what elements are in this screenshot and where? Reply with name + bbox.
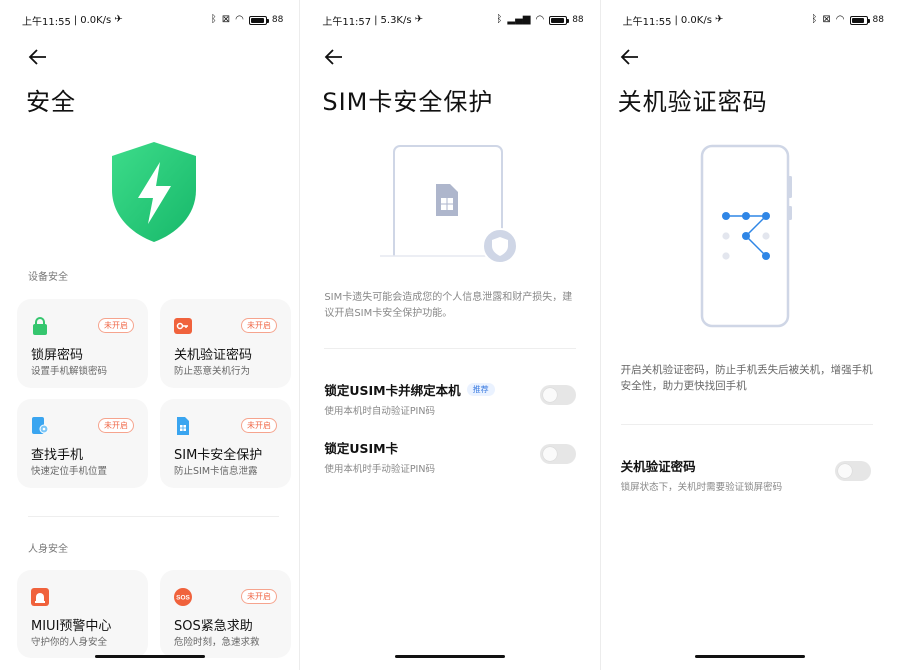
wifi-icon: ◠ [235,14,244,25]
bluetooth-icon: ᛒ [496,14,503,25]
svg-text:SOS: SOS [176,595,190,602]
no-disturb-icon: ✈ [714,14,724,25]
home-indicator[interactable] [394,655,505,658]
pattern-lock-illustration [700,144,792,328]
row-title: 锁定USIM卡 [324,441,399,456]
toggle-knob [543,447,558,461]
no-disturb-icon: ✈ [114,14,123,25]
signal-icon: ▂▄▆ [507,14,531,25]
recommend-tag: 推荐 [466,383,495,396]
sim-card-icon [177,417,189,435]
row-title: 关机验证密码 [620,459,696,474]
alert-icon [31,588,49,606]
find-phone-icon [32,417,49,434]
battery-level: 88 [572,15,584,25]
status-bar: 上午11:57 | 5.3K/s ✈ ᛒ ▂▄▆ ◠ 88 [322,14,584,28]
back-arrow-icon[interactable] [322,45,346,69]
status-badge: 未开启 [98,318,134,333]
shutdown-password-screen: 上午11:55 | 0.0K/s ✈ ᛒ ⊠ ◠ 88 关机验证密码 开启关机验… [599,0,900,670]
sos-icon: SOS [174,588,192,606]
security-screen: 上午11:55 | 0.0K/s ✈ ᛒ ⊠ ◠ 88 安全 设备安全 未开启 … [0,0,300,670]
row-shutdown-password[interactable]: 关机验证密码 锁屏状态下，关机时需要验证锁屏密码 [621,456,873,496]
back-arrow-icon[interactable] [26,45,50,69]
status-badge: 未开启 [241,318,277,333]
status-bar: 上午11:55 | 0.0K/s ✈ ᛒ ⊠ ◠ 88 [622,14,884,28]
section-divider [620,424,873,425]
battery-level: 88 [872,15,884,25]
battery-icon [549,15,570,25]
card-miui-alert[interactable]: MIUI预警中心 守护你的人身安全 [17,570,148,658]
status-badge: 未开启 [98,418,134,433]
section-divider [28,516,280,517]
home-indicator[interactable] [94,655,205,658]
no-sim-icon: ⊠ [822,14,831,25]
card-subtitle: 设置手机解锁密码 [31,366,108,377]
sim-protection-screen: 上午11:57 | 5.3K/s ✈ ᛒ ▂▄▆ ◠ 88 SIM卡安全保护 S… [299,0,600,670]
lock-icon [33,317,47,335]
row-lock-usim[interactable]: 锁定USIM卡 使用本机时手动验证PIN码 [324,438,576,478]
back-arrow-icon[interactable] [618,45,642,69]
card-subtitle: 守护你的人身安全 [31,637,108,648]
status-time: 上午11:55 [622,16,672,28]
shield-lightning-icon [112,142,196,242]
status-speed: 5.3K/s [380,14,412,26]
home-indicator[interactable] [695,655,806,658]
page-title: 关机验证密码 [617,88,768,116]
status-badge: 未开启 [241,589,277,604]
shutdown-description: 开启关机验证密码，防止手机丢失后被关机，增强手机安全性，助力更快找回手机 [620,364,873,392]
section-label-device: 设备安全 [28,272,68,283]
bluetooth-icon: ᛒ [210,14,217,25]
battery-icon [849,15,870,25]
sim-description: SIM卡遗失可能会造成您的个人信息泄露和财产损失，建议开启SIM卡安全保护功能。 [324,292,573,319]
card-title: 关机验证密码 [174,348,253,363]
bluetooth-icon: ᛒ [811,14,818,25]
card-title: SIM卡安全保护 [174,448,263,463]
no-disturb-icon: ✈ [414,14,423,25]
status-speed: 0.0K/s [680,14,712,26]
wifi-icon: ◠ [535,14,545,25]
toggle-lock-usim[interactable] [540,444,577,464]
card-sim-protection[interactable]: 未开启 SIM卡安全保护 防止SIM卡信息泄露 [160,399,291,488]
card-sos[interactable]: SOS 未开启 SOS紧急求助 危险时刻，急速求救 [160,570,291,658]
status-time: 上午11:57 [322,16,372,28]
page-title: 安全 [26,88,76,116]
toggle-knob [543,388,558,402]
row-subtitle: 锁屏状态下，关机时需要验证锁屏密码 [620,482,783,493]
card-lock-screen[interactable]: 未开启 锁屏密码 设置手机解锁密码 [17,299,148,388]
card-subtitle: 快速定位手机位置 [31,466,108,477]
status-badge: 未开启 [241,418,277,433]
section-divider [324,348,577,349]
key-icon [174,318,192,334]
card-subtitle: 危险时刻，急速求救 [174,637,260,648]
sim-protection-illustration [380,145,519,264]
card-subtitle: 防止恶意关机行为 [174,366,251,377]
section-label-personal: 人身安全 [28,544,68,555]
toggle-shutdown-password[interactable] [834,461,871,481]
no-sim-icon: ⊠ [221,14,231,25]
card-find-phone[interactable]: 未开启 查找手机 快速定位手机位置 [17,399,148,488]
row-lock-usim-bind[interactable]: 锁定USIM卡并绑定本机 推荐 使用本机时自动验证PIN码 [324,380,576,420]
card-title: 锁屏密码 [31,348,84,363]
row-subtitle: 使用本机时自动验证PIN码 [324,406,435,417]
card-title: SOS紧急求助 [174,619,253,634]
row-title: 锁定USIM卡并绑定本机 [324,383,461,398]
toggle-lock-usim-bind[interactable] [540,385,577,405]
card-title: 查找手机 [31,448,84,463]
row-subtitle: 使用本机时手动验证PIN码 [324,464,435,475]
battery-icon [248,15,269,25]
card-shutdown-password[interactable]: 未开启 关机验证密码 防止恶意关机行为 [160,299,291,388]
card-title: MIUI预警中心 [31,619,112,634]
status-time: 上午11:55 [22,16,71,28]
card-subtitle: 防止SIM卡信息泄露 [174,466,258,477]
battery-level: 88 [271,15,284,25]
page-title: SIM卡安全保护 [322,88,494,116]
toggle-knob [837,464,852,478]
status-speed: 0.0K/s [80,14,112,26]
wifi-icon: ◠ [835,14,845,25]
status-bar: 上午11:55 | 0.0K/s ✈ ᛒ ⊠ ◠ 88 [22,14,284,28]
